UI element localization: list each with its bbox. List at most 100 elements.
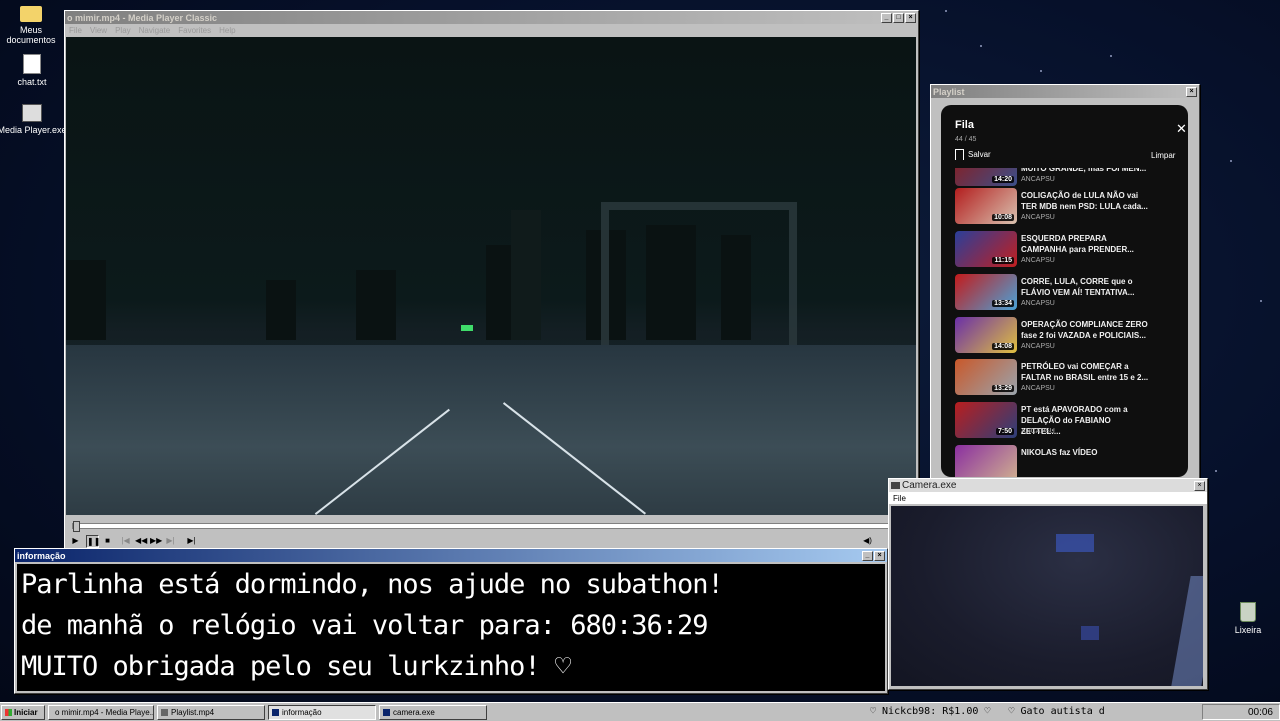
video-duration: 14:20 [992, 176, 1014, 183]
media-player-titlebar[interactable]: o mimir.mp4 - Media Player Classic _ □ × [65, 11, 918, 24]
video-title: PROTESTO "NO KINGS" foi MUITO GRANDE, ma… [1021, 153, 1147, 173]
task-label: Playlist.mp4 [171, 707, 215, 717]
video-thumbnail: 7:50 [955, 402, 1017, 438]
maximize-button[interactable]: □ [893, 12, 904, 23]
queue-item[interactable]: 10:08 COLIGAÇÃO de LULA NÃO vai TER MDB … [955, 188, 1185, 226]
camera-window[interactable]: Camera.exe × File [888, 478, 1208, 690]
save-button[interactable]: Salvar [955, 149, 991, 160]
minimize-button[interactable]: _ [881, 12, 892, 23]
camera-icon [383, 708, 390, 716]
rewind-icon[interactable]: ◀◀ [135, 535, 147, 546]
info-window[interactable]: informação _ × Parlinha está dormindo, n… [14, 548, 888, 694]
ticker-message: ♡ Nickcb98: R$1.00 ♡ [870, 706, 991, 717]
taskbar-item-playlist[interactable]: Playlist.mp4 [157, 704, 265, 720]
queue-position: 44 / 45 [955, 136, 977, 143]
desktop-icon-chat[interactable]: chat.txt [0, 54, 67, 87]
menu-play[interactable]: Play [115, 26, 131, 35]
task-label: camera.exe [393, 707, 435, 717]
window-title: informação [17, 550, 66, 561]
minimize-button[interactable]: _ [862, 550, 873, 561]
video-title: ESQUERDA PREPARA CAMPANHA para PRENDER..… [1021, 234, 1134, 254]
video-thumbnail: 11:15 [955, 231, 1017, 267]
info-line: Parlinha está dormindo, nos ajude no sub… [21, 569, 724, 600]
skip-back-icon[interactable]: |◀ [120, 535, 131, 546]
seek-bar[interactable] [72, 521, 912, 532]
menu-favorites[interactable]: Favorites [178, 26, 211, 35]
taskbar-item-informacao[interactable]: informação [268, 704, 376, 720]
desktop-icon-recycle-bin[interactable]: Lixeira [1213, 602, 1280, 635]
recycle-bin-icon [1240, 602, 1256, 622]
play-icon[interactable]: ▶ [70, 535, 81, 546]
video-thumbnail: 13:29 [955, 359, 1017, 395]
channel-name: ANCAPSU [1021, 428, 1055, 435]
channel-name: ANCAPSU [1021, 176, 1055, 183]
app-icon [272, 708, 279, 716]
info-message: Parlinha está dormindo, nos ajude no sub… [17, 564, 885, 691]
queue-item[interactable]: 7:50 PT está APAVORADO com a DELAÇÃO do … [955, 402, 1185, 440]
desktop-icon-label: chat.txt [17, 77, 47, 87]
skip-forward-icon[interactable]: ▶| [165, 535, 176, 546]
system-tray: 00:06 [1202, 704, 1280, 720]
menu-navigate[interactable]: Navigate [139, 26, 171, 35]
queue-item[interactable]: 14:08 OPERAÇÃO COMPLIANCE ZERO fase 2 fo… [955, 317, 1185, 355]
close-button[interactable]: × [1186, 86, 1197, 97]
taskbar-item-camera[interactable]: camera.exe [379, 704, 487, 720]
video-duration: 13:34 [992, 300, 1014, 307]
window-title: Playlist [933, 86, 965, 97]
video-title: PETRÓLEO vai COMEÇAR a FALTAR no BRASIL … [1021, 362, 1149, 382]
desktop-icon-label: Meus documentos [6, 25, 56, 45]
video-duration: 13:29 [992, 385, 1014, 392]
camera-feed [891, 506, 1203, 686]
task-label: o mimir.mp4 - Media Playe... [55, 707, 154, 717]
fast-forward-icon[interactable]: ▶▶ [150, 535, 162, 546]
taskbar: Iniciar o mimir.mp4 - Media Playe... Pla… [0, 702, 1280, 721]
queue-item[interactable]: 11:15 ESQUERDA PREPARA CAMPANHA para PRE… [955, 231, 1185, 269]
queue-title: Fila [955, 119, 974, 131]
channel-name: ANCAPSU [1021, 300, 1055, 307]
info-titlebar[interactable]: informação _ × [15, 549, 887, 562]
playlist-titlebar[interactable]: Playlist × [931, 85, 1199, 98]
menu-file[interactable]: File [69, 26, 82, 35]
pause-icon[interactable]: ❚❚ [86, 535, 100, 548]
info-line: MUITO obrigada pelo seu lurkzinho! ♡ [21, 651, 571, 682]
playlist-window[interactable]: Playlist × Fila 44 / 45 ✕ Salvar Limpar … [930, 84, 1200, 481]
clear-button[interactable]: Limpar [1151, 151, 1175, 160]
frame-step-icon[interactable]: ▶| [186, 535, 197, 546]
desktop-icon-label: Lixeira [1234, 625, 1262, 635]
video-title: CORRE, LULA, CORRE que o FLÁVIO VEM AÍ! … [1021, 277, 1135, 297]
start-button[interactable]: Iniciar [1, 704, 45, 720]
video-thumbnail: 14:08 [955, 317, 1017, 353]
desktop-icon-media-player[interactable]: Media Player.exe [0, 104, 67, 135]
clock[interactable]: 00:06 [1248, 707, 1273, 718]
video-duration: 10:08 [992, 214, 1014, 221]
media-player-icon [22, 104, 42, 122]
queue-item[interactable]: NIKOLAS faz VÍDEO [955, 445, 1185, 477]
window-title: o mimir.mp4 - Media Player Classic [67, 12, 218, 23]
playlist-icon [161, 708, 168, 716]
video-duration: 14:08 [992, 343, 1014, 350]
menu-file[interactable]: File [893, 494, 906, 503]
taskbar-item-media-player[interactable]: o mimir.mp4 - Media Playe... [48, 704, 154, 720]
channel-name: ANCAPSU [1021, 257, 1055, 264]
camera-titlebar[interactable]: Camera.exe × [889, 479, 1207, 492]
media-player-window[interactable]: o mimir.mp4 - Media Player Classic _ □ ×… [64, 10, 919, 550]
close-button[interactable]: × [1194, 480, 1205, 491]
video-duration: 7:50 [995, 428, 1014, 435]
close-button[interactable]: × [905, 12, 916, 23]
player-controls: ▶ ❚❚ ■ |◀ ◀◀ ▶▶ ▶| ▶| ◀) [66, 517, 916, 548]
queue-item[interactable]: 13:34 CORRE, LULA, CORRE que o FLÁVIO VE… [955, 274, 1185, 312]
queue-item[interactable]: 13:29 PETRÓLEO vai COMEÇAR a FALTAR no B… [955, 359, 1185, 397]
stop-icon[interactable]: ■ [102, 535, 113, 546]
seek-handle[interactable] [73, 521, 80, 532]
video-thumbnail: 10:08 [955, 188, 1017, 224]
menu-help[interactable]: Help [219, 26, 235, 35]
menu-view[interactable]: View [90, 26, 107, 35]
folder-icon [20, 6, 42, 22]
video-thumbnail [955, 445, 1017, 477]
volume-icon[interactable]: ◀) [862, 535, 873, 546]
video-frame[interactable] [66, 37, 916, 515]
close-icon[interactable]: ✕ [1176, 121, 1187, 137]
desktop-icon-documents[interactable]: Meus documentos [0, 3, 66, 45]
windows-logo-icon [5, 708, 12, 716]
close-button[interactable]: × [874, 550, 885, 561]
